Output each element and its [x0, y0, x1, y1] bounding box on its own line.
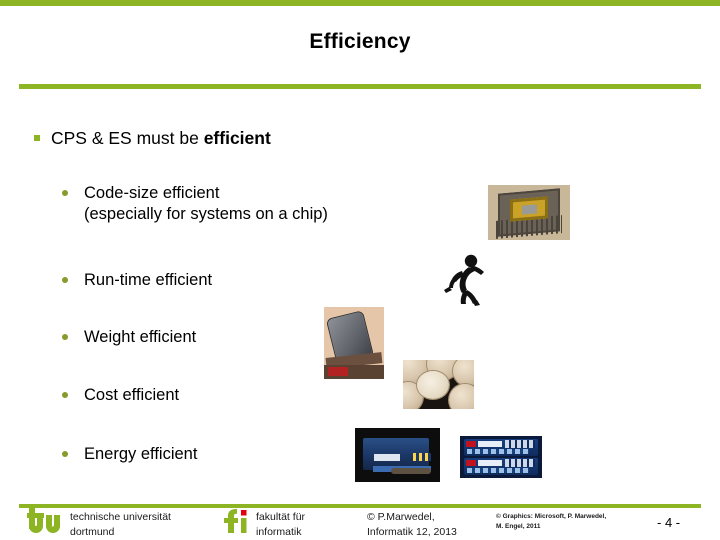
bullet-level1: CPS & ES must be efficient — [34, 128, 534, 150]
rechargeable-batteries-photo — [460, 436, 542, 478]
battery-brand-label — [478, 460, 502, 466]
battery-cell — [464, 458, 538, 475]
fi-line-2: informatik — [256, 526, 302, 539]
charger-cable — [391, 468, 431, 474]
fakultaet-informatik-logo — [221, 509, 251, 534]
round-bullet-icon — [62, 451, 68, 457]
bullet-level2-text: Run-time efficient — [84, 270, 212, 291]
coins-photo — [403, 360, 474, 409]
tu-line-1: technische universität — [70, 511, 171, 523]
graphics-credit-block: © Graphics: Microsoft, P. Marwedel, M. E… — [496, 512, 606, 532]
charger-indicator-lights — [413, 453, 431, 461]
slide-canvas: Efficiency CPS & ES must be efficient Co… — [0, 0, 720, 540]
coin — [449, 384, 474, 409]
copyright-block: © P.Marwedel, Informatik 12, 2013 — [367, 510, 457, 540]
copyright-line-2: Informatik 12, 2013 — [367, 526, 457, 539]
charger-body — [363, 438, 431, 472]
bullet-level2-run-time: Run-time efficient — [62, 270, 212, 291]
coin — [453, 360, 474, 386]
fakultaet-informatik-wordmark: fakultät für informatik — [256, 510, 305, 540]
battery-cell — [464, 439, 538, 456]
round-bullet-icon — [62, 334, 68, 340]
microchip-photo — [488, 185, 570, 240]
fi-logo-icon — [224, 509, 247, 533]
copyright-line-1: © P.Marwedel, — [367, 511, 435, 523]
slide-body: CPS & ES must be efficient Code-size eff… — [0, 0, 720, 540]
round-bullet-icon — [62, 277, 68, 283]
fi-line-1: fakultät für — [256, 511, 306, 523]
chip-silicon-die — [522, 204, 537, 215]
bullet-line-1: Run-time efficient — [84, 271, 213, 289]
coin-front — [417, 371, 449, 399]
bullet-level2-weight: Weight efficient — [62, 327, 196, 348]
battery-capacity-text — [505, 459, 535, 467]
bullet-line-1: Cost efficient — [84, 386, 180, 404]
round-bullet-icon — [62, 392, 68, 398]
battery-charger-photo — [355, 428, 440, 482]
bullet-line-1: Weight efficient — [84, 328, 197, 346]
tu-line-2: dortmund — [70, 526, 115, 539]
tu-dortmund-wordmark: technische universität dortmund — [70, 510, 171, 540]
phone-on-scale-photo — [324, 307, 384, 379]
bullet-level2-text: Weight efficient — [84, 327, 196, 348]
battery-rechargeable-text — [467, 468, 529, 473]
page-number: - 4 - — [657, 515, 681, 530]
bullet-level2-text: Code-size efficient (especially for syst… — [84, 183, 328, 226]
bullet-level1-text-normal: CPS & ES must be — [51, 128, 204, 148]
square-bullet-icon — [34, 135, 40, 141]
running-figure-image — [440, 252, 490, 308]
bullet-level1-text-bold: efficient — [203, 128, 271, 148]
tu-dortmund-logo — [27, 508, 67, 534]
bullet-level2-cost: Cost efficient — [62, 385, 179, 406]
runner-icon — [444, 254, 484, 306]
tu-logo-icon — [27, 508, 60, 533]
charger-brand-label — [374, 454, 400, 461]
bullet-level2-energy: Energy efficient — [62, 444, 197, 465]
round-bullet-icon — [62, 190, 68, 196]
battery-capacity-text — [505, 440, 535, 448]
footer-divider-rule — [19, 504, 701, 508]
bullet-line-1: Energy efficient — [84, 445, 198, 463]
battery-logo-mark — [466, 441, 476, 447]
bullet-level2-code-size: Code-size efficient (especially for syst… — [62, 183, 328, 226]
scale-indicator — [328, 367, 348, 376]
bullet-level2-text: Cost efficient — [84, 385, 179, 406]
bullet-line-2: (especially for systems on a chip) — [84, 205, 328, 224]
battery-rechargeable-text — [467, 449, 529, 454]
graphics-credit-line-2: M. Engel, 2011 — [496, 522, 541, 530]
battery-brand-label — [478, 441, 502, 447]
bullet-line-1: Code-size efficient — [84, 184, 220, 202]
graphics-credit-line-1: © Graphics: Microsoft, P. Marwedel, — [496, 513, 607, 520]
bullet-level2-text: Energy efficient — [84, 444, 197, 465]
battery-logo-mark — [466, 460, 476, 466]
